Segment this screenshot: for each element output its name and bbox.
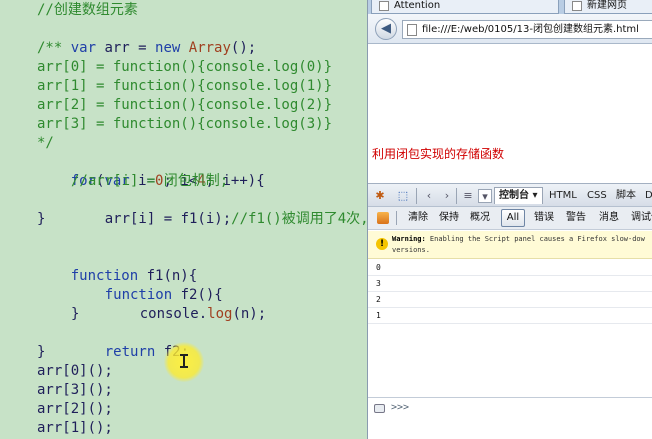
page-icon (572, 1, 582, 11)
code-line-14: function f1(n){ (70, 268, 198, 284)
code-line-18: return f2; (104, 344, 189, 360)
console-filter-bar: 清除 保持 概况 All 错误 警告 消息 调试信 (368, 207, 652, 230)
filter-warnings-button[interactable]: 警告 (566, 211, 586, 225)
command-line[interactable]: >>> (368, 397, 652, 419)
clear-button[interactable]: 清除 (408, 211, 428, 225)
code-line-8: */ (37, 135, 54, 151)
profile-button[interactable]: 概况 (470, 211, 490, 225)
code-line-15: function f2(){ (104, 287, 223, 303)
tab-script[interactable]: 脚本 (616, 189, 636, 203)
firebug-toolbar: ✱ ⬚ ‹ › ≡ ▾ 控制台 ▾ HTML CSS 脚本 D (368, 183, 652, 207)
log-entry: 1 (368, 308, 652, 324)
code-line-20: arr[0](); (37, 363, 113, 379)
code-line-6: arr[2] = function(){console.log(2)} (37, 97, 333, 113)
code-line-11: arr[i] = f1(i);//f1()被调用了4次, (104, 211, 369, 227)
filter-all-button[interactable]: All (501, 209, 525, 227)
toolbar-divider (456, 188, 457, 204)
back-arrow-icon: ◀ (381, 21, 391, 36)
code-line-5: arr[1] = function(){console.log(1)} (37, 78, 333, 94)
menu-icon[interactable]: ≡ (461, 189, 475, 203)
filter-divider (396, 211, 397, 225)
code-line-22: arr[2](); (37, 401, 113, 417)
warning-message: ! Warning: Enabling the Script panel cau… (368, 231, 652, 259)
command-editor-icon[interactable] (374, 404, 385, 413)
log-entry: 2 (368, 292, 652, 308)
tab-bar: Attention 新建网页 (368, 0, 652, 14)
page-icon (379, 1, 389, 11)
code-line-3: /** (37, 40, 63, 56)
log-entry: 0 (368, 260, 652, 276)
page-content: 利用闭包实现的存储函数 (368, 45, 652, 183)
firebug-icon[interactable]: ✱ (373, 189, 387, 203)
code-line-21: arr[3](); (37, 382, 113, 398)
code-line-7: arr[3] = function(){console.log(3)} (37, 116, 333, 132)
back-button[interactable]: ◀ (375, 18, 397, 40)
tab-html[interactable]: HTML (549, 189, 577, 203)
tab-css[interactable]: CSS (587, 189, 607, 203)
code-line-19: } (37, 344, 46, 360)
filter-errors-button[interactable]: 错误 (534, 211, 554, 225)
firebug-bug-icon (377, 212, 389, 224)
tab-new-page[interactable]: 新建网页 (564, 0, 652, 14)
code-line-2: var arr = new Array(); (70, 40, 257, 56)
code-line-10: //arr[i] = 闭包机制; (71, 173, 229, 189)
dropdown-arrow-icon[interactable]: ▾ (478, 189, 492, 203)
filter-info-button[interactable]: 消息 (599, 211, 619, 225)
browser-window: Attention 新建网页 ◀ file:///E:/web/0105/13-… (367, 0, 652, 439)
tab-dom[interactable]: D (645, 189, 652, 203)
page-heading: 利用闭包实现的存储函数 (372, 147, 505, 161)
code-line-1: //创建数组元素 (37, 2, 138, 18)
log-entry: 3 (368, 276, 652, 292)
tab-label: 新建网页 (587, 0, 627, 11)
tab-attention[interactable]: Attention (371, 0, 559, 14)
tab-console[interactable]: 控制台 ▾ (494, 187, 543, 204)
warning-icon: ! (376, 238, 388, 250)
filter-debug-button[interactable]: 调试信 (631, 211, 652, 225)
status-area (368, 419, 652, 439)
inspect-icon[interactable]: ⬚ (396, 189, 410, 203)
nav-bar: ◀ file:///E:/web/0105/13-闭包创建数组元素.html (368, 14, 652, 44)
code-line-4: arr[0] = function(){console.log(0)} (37, 59, 333, 75)
url-text: file:///E:/web/0105/13-闭包创建数组元素.html (422, 24, 639, 35)
code-line-12: } (37, 211, 46, 227)
code-line-17: } (71, 306, 80, 322)
console-log: ! Warning: Enabling the Script panel cau… (368, 231, 652, 397)
warning-text: Warning: Enabling the Script panel cause… (392, 235, 645, 254)
tab-label: Attention (394, 0, 441, 11)
command-prompt: >>> (391, 402, 410, 413)
file-icon (407, 24, 417, 36)
code-line-16: console.log(n); (139, 306, 267, 322)
code-line-23: arr[1](); (37, 420, 113, 436)
url-bar[interactable]: file:///E:/web/0105/13-闭包创建数组元素.html (402, 20, 652, 39)
history-back-icon[interactable]: ‹ (422, 189, 436, 203)
toolbar-divider (416, 188, 417, 204)
code-editor[interactable]: //创建数组元素 var arr = new Array(); /** arr[… (0, 0, 370, 439)
code-line-9: for(var i=0; i<4; i++){ (70, 173, 265, 189)
text-cursor-icon (180, 354, 188, 368)
persist-button[interactable]: 保持 (439, 211, 459, 225)
history-forward-icon[interactable]: › (440, 189, 454, 203)
